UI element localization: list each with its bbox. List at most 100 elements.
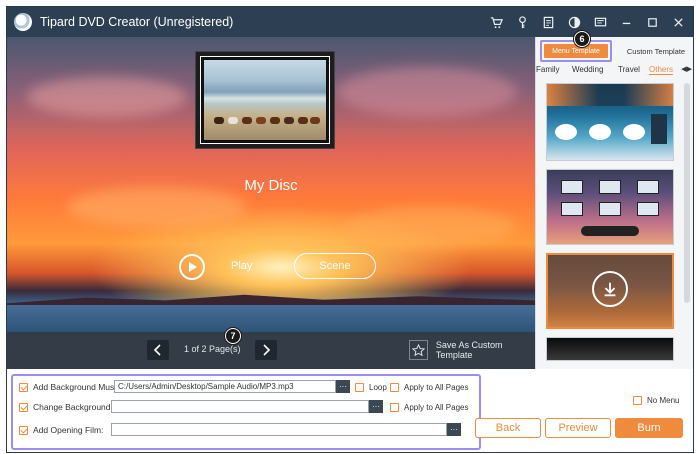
loop-label: Loop (369, 382, 387, 392)
no-menu-label: No Menu (647, 395, 680, 405)
prev-page-button[interactable] (147, 340, 169, 360)
cart-icon[interactable] (489, 15, 503, 29)
horse-shape (284, 117, 294, 124)
horse-shape (214, 117, 224, 124)
sky-cloud (347, 207, 517, 247)
apply-all-music-option: Apply to All Pages (390, 380, 468, 394)
app-window: Tipard DVD Creator (Unregistered) My Dis… (6, 6, 694, 453)
opening-film-row: Add Opening Film: (19, 423, 103, 437)
category-travel[interactable]: Travel (618, 65, 640, 74)
no-menu-checkbox[interactable] (633, 395, 642, 405)
play-button[interactable] (179, 254, 205, 280)
sea-strip (7, 305, 535, 332)
background-music-checkbox[interactable] (19, 382, 28, 392)
tab-menu-template[interactable]: Menu Template (544, 44, 608, 58)
template-thumb-art (599, 202, 621, 216)
template-thumb-art (547, 84, 673, 106)
horse-shape (256, 117, 266, 124)
title-bar: Tipard DVD Creator (Unregistered) (7, 7, 693, 37)
template-scrollbar[interactable] (684, 83, 690, 303)
category-others[interactable]: Others (649, 65, 674, 75)
scene-button[interactable]: Scene (294, 253, 376, 279)
horse-shape (310, 117, 320, 124)
minimize-icon[interactable] (619, 15, 633, 29)
play-label[interactable]: Play (231, 260, 252, 272)
change-background-label: Change Background: (33, 402, 113, 412)
step-callout-6: 6 (574, 31, 590, 47)
opening-film-browse-button[interactable]: ··· (447, 423, 461, 436)
save-custom-template-button[interactable]: Save As Custom Template (409, 340, 535, 360)
template-thumb-art (561, 202, 583, 216)
no-menu-option: No Menu (633, 393, 679, 407)
category-scroll-arrows-icon[interactable]: ◀▶ (681, 65, 692, 73)
category-wedding[interactable]: Wedding (572, 65, 603, 74)
key-icon[interactable] (515, 15, 529, 29)
menu-preview: My Disc Play Scene (7, 37, 535, 332)
apply-all-background-option: Apply to All Pages (390, 400, 468, 414)
feedback-icon[interactable] (593, 15, 607, 29)
template-card[interactable] (546, 83, 674, 161)
template-card[interactable] (546, 337, 674, 361)
sky-cloud (337, 67, 517, 117)
disc-thumbnail[interactable] (195, 51, 335, 149)
opening-film-checkbox[interactable] (19, 425, 28, 435)
sky-cloud (27, 77, 187, 117)
template-thumb-art (623, 124, 645, 140)
theme-icon[interactable] (567, 15, 581, 29)
apply-all-background-checkbox[interactable] (390, 402, 399, 412)
options-area: Add Background Music: C:/Users/Admin/Des… (7, 369, 693, 452)
horse-shape (242, 117, 252, 124)
template-thumb-art (555, 124, 577, 140)
opening-film-field[interactable] (111, 423, 447, 436)
maximize-icon[interactable] (645, 15, 659, 29)
horses-image (201, 57, 329, 143)
step-callout-7: 7 (225, 328, 241, 344)
template-thumb-art (581, 226, 639, 236)
apply-all-background-label: Apply to All Pages (404, 402, 469, 412)
change-background-browse-button[interactable]: ··· (369, 400, 383, 413)
play-icon (189, 262, 197, 272)
horse-shape (228, 117, 238, 124)
background-music-path-field[interactable]: C:/Users/Admin/Desktop/Sample Audio/MP3.… (114, 380, 336, 393)
chevron-left-icon (153, 344, 161, 356)
horizon-hills (7, 294, 535, 306)
background-music-browse-button[interactable]: ··· (336, 380, 350, 393)
horse-shape (270, 117, 280, 124)
template-panel: Menu Template Custom Template 6 Family W… (535, 31, 693, 369)
template-card-selected[interactable] (546, 253, 674, 329)
page-nav-bar: 1 of 2 Page(s) 7 Save As Custom Template (7, 328, 535, 369)
star-icon (409, 340, 428, 360)
change-background-row: Change Background: (19, 400, 113, 414)
app-logo-icon (14, 13, 32, 31)
template-thumb-art (637, 180, 659, 194)
back-button[interactable]: Back (475, 418, 541, 438)
template-card[interactable] (546, 169, 674, 245)
chevron-right-icon (263, 344, 271, 356)
next-page-button[interactable] (255, 340, 277, 360)
tab-custom-template[interactable]: Custom Template (622, 44, 690, 58)
change-background-field[interactable] (111, 400, 369, 413)
template-thumb-art (637, 202, 659, 216)
category-family[interactable]: Family (536, 65, 560, 74)
loop-checkbox[interactable] (355, 382, 364, 392)
background-music-row: Add Background Music: (19, 380, 123, 394)
page-indicator: 1 of 2 Page(s) (184, 344, 241, 354)
horse-shape (298, 117, 308, 124)
background-music-label: Add Background Music: (33, 382, 123, 392)
burn-button[interactable]: Burn (615, 418, 683, 438)
document-icon[interactable] (541, 15, 555, 29)
template-thumb-art (651, 114, 667, 144)
save-template-label: Save As Custom Template (435, 340, 503, 360)
preview-button[interactable]: Preview (545, 418, 611, 438)
download-icon[interactable] (592, 271, 628, 307)
apply-all-music-checkbox[interactable] (390, 382, 399, 392)
apply-all-music-label: Apply to All Pages (404, 382, 469, 392)
template-thumb-art (589, 124, 611, 140)
template-thumb-art (599, 180, 621, 194)
change-background-checkbox[interactable] (19, 402, 28, 412)
close-icon[interactable] (671, 15, 685, 29)
template-thumb-art (561, 180, 583, 194)
loop-option: Loop (355, 380, 387, 394)
disc-title[interactable]: My Disc (7, 177, 535, 194)
window-title: Tipard DVD Creator (Unregistered) (40, 15, 234, 29)
